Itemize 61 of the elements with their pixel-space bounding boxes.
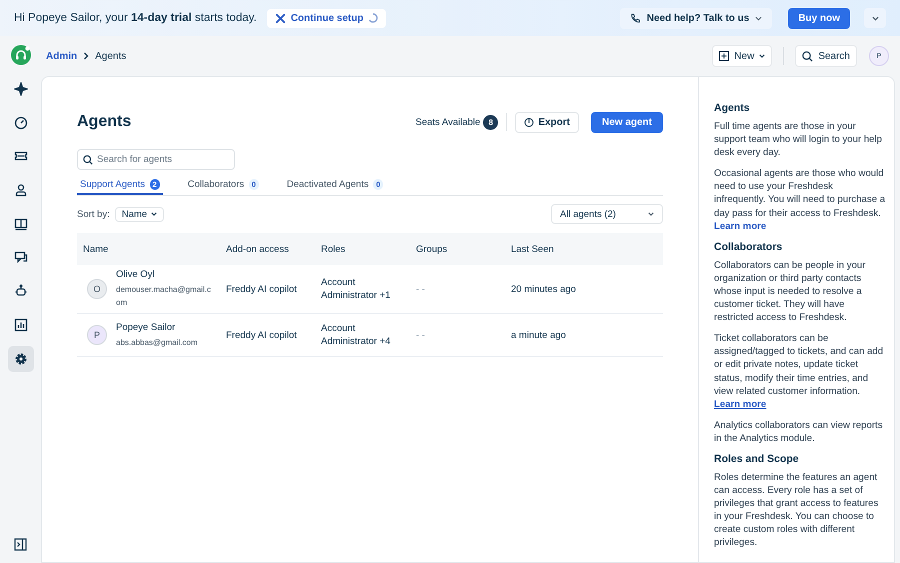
- gear-icon[interactable]: [8, 346, 34, 372]
- search-field[interactable]: Search for agents: [77, 149, 235, 170]
- learn-more-link[interactable]: Learn more: [714, 220, 766, 232]
- agent-name: Popeye Sailor: [116, 322, 176, 332]
- power-icon: [524, 117, 534, 127]
- column-header: Name: [77, 233, 220, 265]
- help-heading: Agents: [714, 102, 751, 114]
- new-button[interactable]: New: [712, 45, 772, 67]
- agent-filter-dropdown[interactable]: All agents (2): [551, 204, 663, 224]
- learn-more-link[interactable]: Learn more: [714, 398, 766, 410]
- search-icon: [83, 154, 93, 164]
- help-heading: Roles and Scope: [714, 452, 800, 465]
- table-cell: - -: [416, 330, 425, 340]
- table-cell: Freddy AI copilot: [226, 284, 297, 294]
- breadcrumb-link[interactable]: Admin: [46, 50, 78, 62]
- caret-icon: [759, 54, 766, 58]
- help-paragraph: Full time agents are those in your support team who will login to your help desk every day.: [714, 120, 883, 160]
- table-cell-text: Account Administrator +4: [321, 322, 392, 348]
- agent-email: abs.abbas@gmail.com: [116, 336, 198, 348]
- expand-sidebar-icon[interactable]: [14, 538, 27, 551]
- caret-icon: [648, 212, 654, 216]
- column-header: Groups: [410, 233, 505, 265]
- table-cell: 20 minutes ago: [511, 284, 576, 294]
- caret-icon: [872, 16, 878, 20]
- continue-setup-button[interactable]: Continue setup: [266, 8, 386, 28]
- buy-now-button[interactable]: Buy now: [788, 8, 850, 28]
- sort-label: Sort by:: [77, 208, 110, 220]
- seats-count: 8: [483, 114, 498, 130]
- agent-email: demouser.macha@gmail.com: [116, 284, 212, 309]
- table-cell-text: Account Administrator +1: [321, 276, 392, 302]
- agent-avatar: O: [87, 279, 107, 299]
- trial-message: Hi Popeye Sailor, your 14-day trial starts today.: [14, 12, 257, 24]
- help-button[interactable]: Need help? Talk to us: [620, 8, 772, 28]
- spinner-icon: [368, 13, 378, 23]
- column-header: Roles: [315, 233, 410, 265]
- search-icon: [802, 50, 814, 62]
- help-heading: Collaborators: [714, 240, 784, 253]
- seats-label: Seats Available: [416, 116, 480, 128]
- breadcrumb-current: Agents: [95, 50, 126, 62]
- column-header: Add-on access: [220, 233, 315, 265]
- phone-icon: [630, 12, 641, 24]
- help-paragraph: Ticket collaborators can be assigned/tagged to tickets, and can add or edit private notes, update ticket status, modify their time entries, and view related customer information. Learn more: [714, 332, 884, 411]
- agent-avatar: P: [87, 325, 107, 345]
- sort-dropdown[interactable]: Name: [114, 206, 164, 222]
- new-agent-button[interactable]: New agent: [590, 112, 663, 132]
- page-title: Agents: [77, 113, 132, 131]
- column-header: Last Seen: [505, 233, 663, 265]
- help-paragraph: Roles determine the features an agent can access. Every role has a set of privileges that grant access to features in your Freshdesk. You can choose to create custom roles with different privileges.: [714, 470, 880, 550]
- table-cell: - -: [416, 284, 425, 294]
- table-cell: a minute ago: [511, 330, 566, 340]
- help-paragraph: Collaborators can be people in your organization or third party contacts whose input is needed to resolve a customer ticket. They will have restricted access to Freshdesk.: [714, 258, 866, 324]
- agent-name: Olive Oyl: [116, 269, 156, 280]
- logo-icon[interactable]: [10, 45, 30, 65]
- chevron-icon: [83, 52, 90, 60]
- export-button[interactable]: Export: [515, 112, 579, 132]
- search-button[interactable]: Search: [795, 45, 857, 67]
- table-cell: Freddy AI copilot: [226, 330, 297, 340]
- caret-icon: [151, 212, 158, 216]
- help-paragraph: Occasional agents are those who would need to use your Freshdesk infrequently. You will need to purchase a day pass for their access to Freshdesk. Learn more: [714, 167, 886, 233]
- help-paragraph: Analytics collaborators can view reports in the Analytics module.: [714, 418, 884, 445]
- caret-icon: [755, 16, 762, 20]
